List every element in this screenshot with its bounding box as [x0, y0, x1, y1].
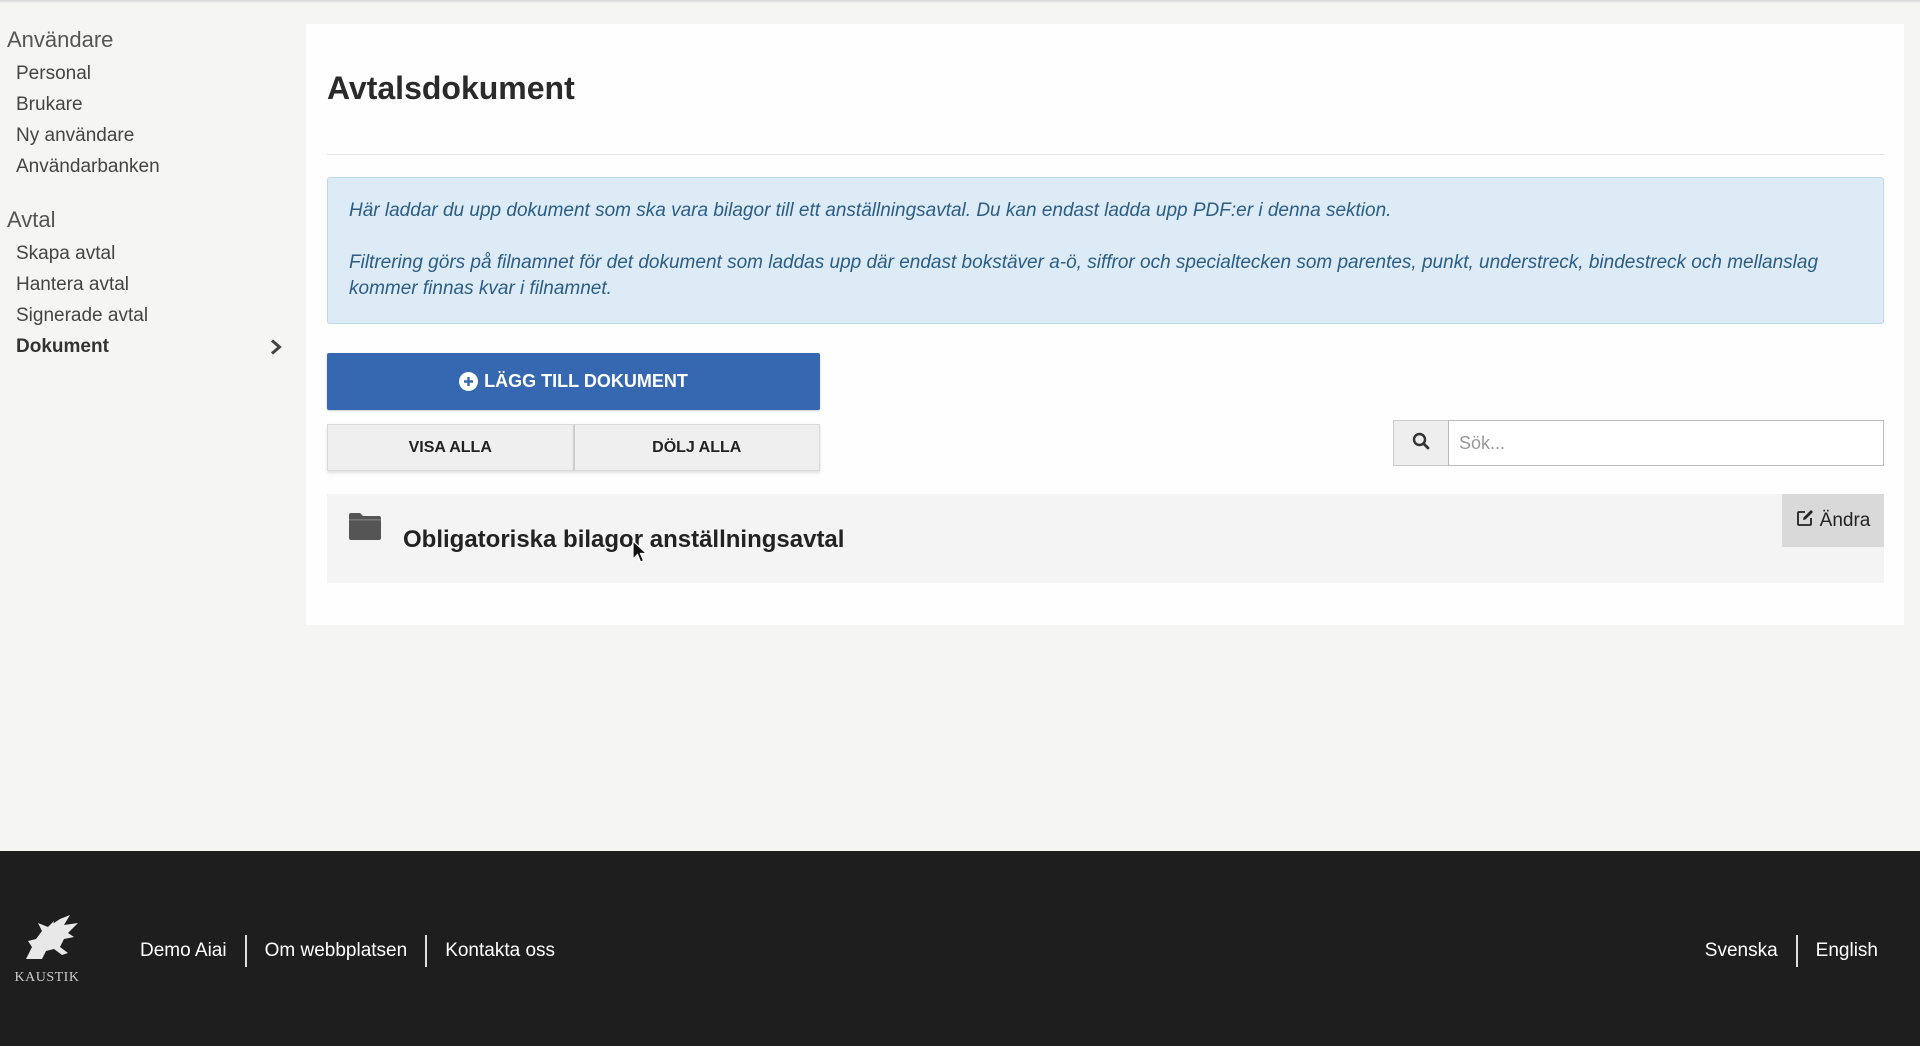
sidebar-heading-users: Användare: [7, 27, 114, 52]
sidebar-item-signed-contracts[interactable]: Signerade avtal: [0, 300, 290, 331]
language-swedish[interactable]: Svenska: [1687, 935, 1796, 967]
toggle-button-group: VISA ALLA DÖLJ ALLA: [327, 424, 820, 471]
hide-all-button[interactable]: DÖLJ ALLA: [573, 424, 820, 471]
chevron-right-icon: [266, 331, 286, 362]
search-input[interactable]: [1448, 420, 1884, 466]
add-document-button[interactable]: LÄGG TILL DOKUMENT: [327, 353, 820, 410]
plus-circle-icon: [459, 372, 479, 391]
show-all-button[interactable]: VISA ALLA: [327, 424, 574, 471]
sidebar-item-manage-contracts[interactable]: Hantera avtal: [0, 269, 290, 300]
footer-link-demo[interactable]: Demo Aiai: [122, 935, 245, 967]
title-divider: [327, 154, 1884, 155]
sidebar-item-brukare[interactable]: Brukare: [0, 89, 290, 120]
edit-label: Ändra: [1819, 509, 1871, 531]
sidebar-item-user-bank[interactable]: Användarbanken: [0, 151, 290, 182]
folder-title: Obligatoriska bilagor anställningsavtal: [403, 526, 845, 553]
footer-link-about[interactable]: Om webbplatsen: [247, 935, 426, 967]
folder-icon: [348, 511, 382, 546]
logo-text: KAUSTIK: [14, 970, 80, 985]
info-text-filter: Filtrering görs på filnamnet för det dok…: [349, 252, 1819, 299]
sidebar: Användare Personal Brukare Ny användare …: [0, 22, 290, 362]
page-title: Avtalsdokument: [327, 70, 575, 106]
search-button[interactable]: [1393, 420, 1448, 466]
sidebar-item-new-user[interactable]: Ny användare: [0, 120, 290, 151]
footer-link-contact[interactable]: Kontakta oss: [427, 935, 573, 967]
add-document-label: LÄGG TILL DOKUMENT: [484, 371, 688, 391]
info-alert: Här laddar du upp dokument som ska vara …: [327, 177, 1884, 324]
sidebar-heading-contracts: Avtal: [7, 207, 56, 232]
edit-icon: [1796, 509, 1814, 533]
footer-links: Demo Aiai Om webbplatsen Kontakta oss: [122, 935, 573, 967]
folder-row[interactable]: Obligatoriska bilagor anställningsavtal …: [327, 494, 1884, 583]
sidebar-item-create-contract[interactable]: Skapa avtal: [0, 238, 290, 269]
mouse-cursor-icon: [632, 539, 649, 569]
sidebar-item-documents[interactable]: Dokument: [0, 331, 290, 362]
search-group: [1393, 420, 1884, 466]
info-text-upload: Här laddar du upp dokument som ska vara …: [349, 200, 1392, 221]
language-switcher: Svenska English: [1687, 935, 1896, 967]
footer: KAUSTIK Demo Aiai Om webbplatsen Kontakt…: [0, 851, 1920, 1046]
sidebar-item-documents-label: Dokument: [16, 336, 109, 357]
search-icon: [1412, 432, 1430, 455]
edit-button[interactable]: Ändra: [1782, 494, 1884, 547]
sidebar-item-personal[interactable]: Personal: [0, 58, 290, 89]
main-panel: Avtalsdokument Här laddar du upp dokumen…: [306, 24, 1904, 625]
language-english[interactable]: English: [1798, 935, 1896, 967]
top-edge: [0, 0, 1920, 3]
kaustik-logo[interactable]: [8, 911, 92, 976]
